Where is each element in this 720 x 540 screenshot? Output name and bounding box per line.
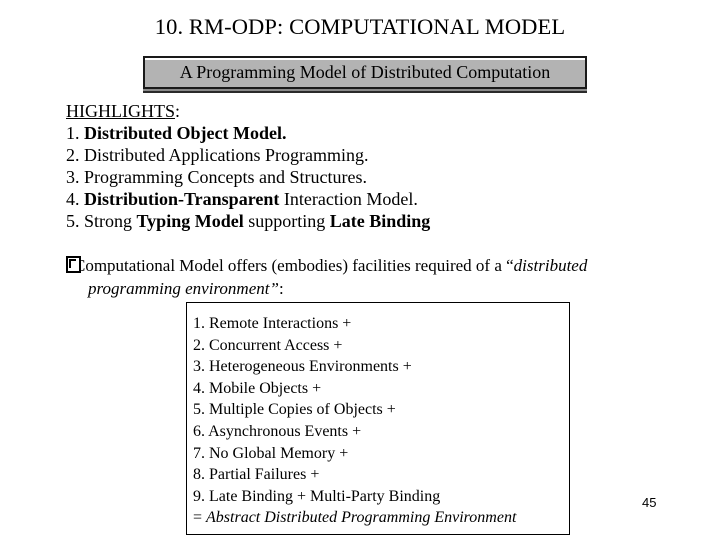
slide-title: 10. RM-ODP: COMPUTATIONAL MODEL: [154, 14, 566, 39]
highlight-number: 1.: [66, 123, 84, 143]
requirement-item: 8. Partial Failures +: [193, 466, 320, 484]
page-number: 45: [642, 495, 657, 510]
requirements-summary: = Abstract Distributed Programming Envir…: [193, 509, 517, 527]
highlight-item: 3. Programming Concepts and Structures.: [66, 166, 430, 188]
highlight-text: Typing Model: [136, 211, 244, 231]
highlight-text: Strong: [84, 211, 137, 231]
subtitle-text: A Programming Model of Distributed Compu…: [179, 62, 551, 82]
highlights-heading: HIGHLIGHTS:: [66, 101, 180, 121]
highlights-section: HIGHLIGHTS: 1. Distributed Object Model.…: [66, 100, 430, 232]
paragraph-line-2: programming environment”:: [88, 279, 284, 298]
requirement-item: 4. Mobile Objects +: [193, 379, 322, 397]
highlight-text: supporting: [243, 211, 330, 231]
requirement-item: 6. Asynchronous Events +: [193, 422, 362, 440]
highlight-item: 1. Distributed Object Model.: [66, 122, 430, 144]
requirement-item: 2. Concurrent Access +: [193, 336, 343, 354]
highlights-list: 1. Distributed Object Model. 2. Distribut…: [66, 122, 430, 232]
highlight-number: 4.: [66, 189, 84, 209]
highlight-text: Interaction Model.: [279, 189, 418, 209]
banner-shadow-line: [143, 91, 587, 93]
missing-glyph-bullet-icon: [66, 256, 81, 273]
highlight-item: 4. Distribution-Transparent Interaction …: [66, 188, 430, 210]
highlight-text: Programming Concepts and Structures.: [84, 167, 367, 187]
highlight-text: Distributed Applications Programming.: [84, 145, 369, 165]
requirement-item: 5. Multiple Copies of Objects +: [193, 401, 396, 419]
requirements-box: 1. Remote Interactions + 2. Concurrent Ac…: [186, 302, 570, 535]
highlight-item: 5. Strong Typing Model supporting Late B…: [66, 210, 430, 232]
requirement-item: 7. No Global Memory +: [193, 444, 349, 462]
highlight-text: Distribution-Transparent: [84, 189, 280, 209]
requirement-item: 9. Late Binding + Multi-Party Binding: [193, 487, 441, 505]
requirements-list: 1. Remote Interactions + 2. Concurrent Ac…: [193, 313, 569, 507]
highlight-number: 3.: [66, 167, 84, 187]
computational-model-paragraph: Computational Model offers (embodies) fa…: [66, 254, 587, 300]
requirement-item: 1. Remote Interactions +: [193, 315, 352, 332]
highlight-item: 2. Distributed Applications Programming.: [66, 144, 430, 166]
requirement-item: 3. Heterogeneous Environments +: [193, 358, 412, 376]
highlight-number: 2.: [66, 145, 84, 165]
highlight-text: Late Binding: [329, 211, 431, 231]
subtitle-banner: A Programming Model of Distributed Compu…: [143, 56, 587, 89]
highlight-number: 5.: [66, 211, 84, 231]
highlight-text: Distributed Object Model.: [84, 123, 287, 143]
paragraph-line-1: Computational Model offers (embodies) fa…: [66, 254, 587, 277]
